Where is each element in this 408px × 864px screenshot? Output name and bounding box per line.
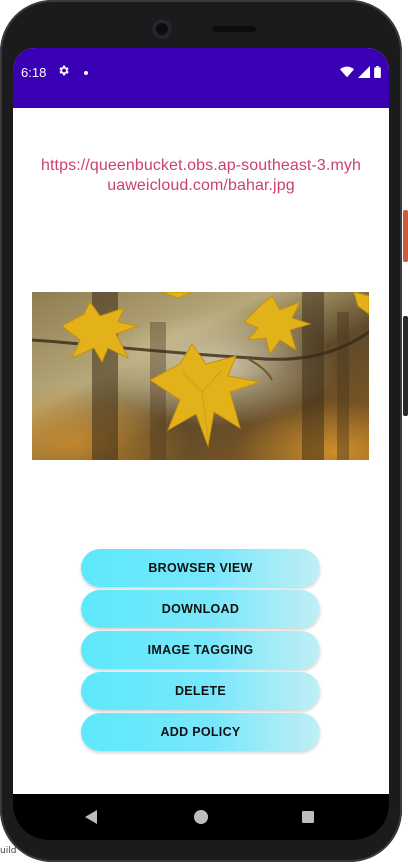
image-tagging-button[interactable]: IMAGE TAGGING [81, 631, 320, 669]
back-icon[interactable] [85, 810, 97, 829]
image-url-text: https://queenbucket.obs.ap-southeast-3.m… [41, 157, 361, 194]
recents-icon[interactable] [302, 811, 314, 823]
navigation-bar [13, 794, 389, 840]
delete-button[interactable]: DELETE [81, 672, 320, 710]
cell-signal-icon [358, 65, 370, 83]
phone-top-bezel [96, 14, 312, 44]
earpiece-speaker [212, 26, 256, 32]
add-policy-button[interactable]: ADD POLICY [81, 713, 320, 751]
action-buttons: BROWSER VIEW DOWNLOAD IMAGE TAGGING DELE… [81, 549, 320, 754]
background-text-fragment: uild [0, 846, 17, 856]
status-time: 6:18 [21, 65, 47, 80]
front-camera [152, 19, 172, 39]
gear-icon [57, 64, 70, 82]
power-button[interactable] [403, 210, 408, 262]
app-screen: 6:18 https://queenbucket.obs.ap-southeas… [13, 48, 389, 794]
home-icon[interactable] [194, 810, 208, 824]
status-bar: 6:18 [13, 48, 389, 108]
battery-icon [374, 65, 381, 83]
maple-leaves-photo [32, 292, 369, 460]
browser-view-button[interactable]: BROWSER VIEW [81, 549, 320, 587]
download-button[interactable]: DOWNLOAD [81, 590, 320, 628]
volume-button[interactable] [403, 316, 408, 416]
notification-dot-icon [84, 71, 88, 75]
wifi-icon [340, 65, 354, 83]
